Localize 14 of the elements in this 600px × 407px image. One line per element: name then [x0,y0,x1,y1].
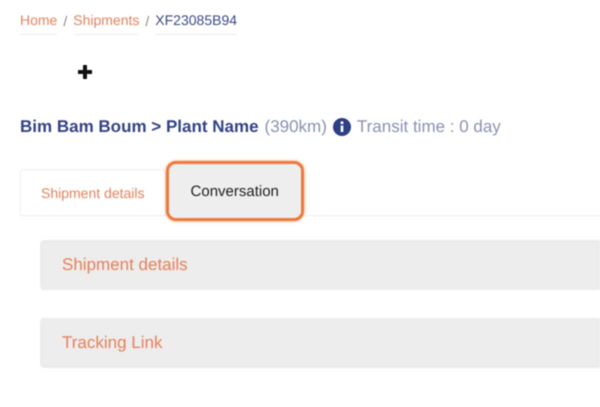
breadcrumb-separator: / [145,12,150,30]
info-icon[interactable] [332,118,351,136]
breadcrumb-link[interactable]: Home [20,12,58,35]
route-distance: (390km) [264,117,327,137]
tab[interactable]: Conversation [166,161,304,221]
accordion-header[interactable]: Shipment details [40,240,600,290]
breadcrumb-link[interactable]: Shipments [73,12,140,35]
plus-icon[interactable] [78,65,92,79]
tab[interactable]: Shipment details [20,169,166,215]
route-title: Bim Bam Boum > Plant Name [20,117,259,137]
breadcrumb-separator: / [63,12,68,30]
breadcrumb-current: XF23085B94 [155,12,238,35]
accordion-header[interactable]: Tracking Link [40,318,600,368]
transit-time: Transit time : 0 day [356,117,501,137]
